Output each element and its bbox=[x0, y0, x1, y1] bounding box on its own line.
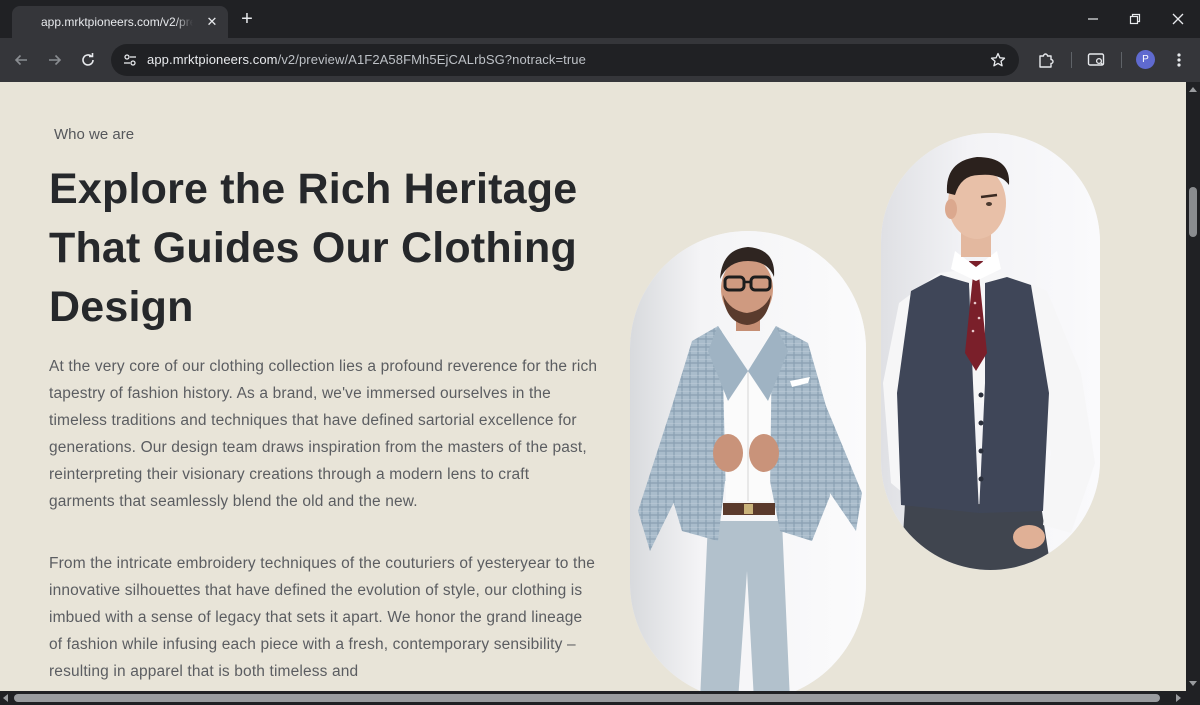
arrow-right-icon[interactable] bbox=[43, 48, 67, 72]
url-host: app.mrktpioneers.com bbox=[147, 52, 278, 67]
close-tab-icon[interactable]: ✕ bbox=[204, 14, 220, 30]
browser-toolbar: app.mrktpioneers.com/v2/preview/A1F2A58F… bbox=[0, 38, 1200, 82]
horizontal-scrollbar[interactable] bbox=[0, 691, 1186, 705]
reload-icon[interactable] bbox=[76, 48, 100, 72]
scrollbar-corner bbox=[1186, 691, 1200, 705]
puzzle-icon[interactable] bbox=[1035, 49, 1057, 71]
page-viewport: Who we are Explore the Rich Heritage Tha… bbox=[0, 82, 1186, 691]
toolbar-divider bbox=[1071, 52, 1072, 68]
vertical-scrollbar[interactable] bbox=[1186, 82, 1200, 691]
new-tab-button[interactable]: + bbox=[237, 9, 257, 29]
model-photo-waistcoat bbox=[881, 133, 1100, 570]
section-eyebrow: Who we are bbox=[54, 126, 135, 143]
body-paragraph-1: At the very core of our clothing collect… bbox=[49, 358, 598, 510]
browser-titlebar: app.mrktpioneers.com/v2/preview/A1F2A58F… bbox=[0, 0, 1200, 38]
minimize-icon[interactable] bbox=[1081, 8, 1105, 30]
url-text[interactable]: app.mrktpioneers.com/v2/preview/A1F2A58F… bbox=[147, 52, 586, 67]
restore-icon[interactable] bbox=[1123, 8, 1147, 30]
page-title: Explore the Rich Heritage That Guides Ou… bbox=[49, 165, 578, 331]
kebab-menu-icon[interactable] bbox=[1168, 49, 1190, 71]
scroll-left-icon[interactable] bbox=[3, 694, 8, 702]
address-bar[interactable]: app.mrktpioneers.com/v2/preview/A1F2A58F… bbox=[111, 44, 1019, 76]
scroll-down-icon[interactable] bbox=[1189, 681, 1197, 686]
toolbar-divider bbox=[1121, 52, 1122, 68]
model-photo-plaid-suit bbox=[630, 231, 866, 691]
vertical-scroll-thumb[interactable] bbox=[1189, 187, 1197, 237]
body-paragraph-2: From the intricate embroidery techniques… bbox=[49, 555, 595, 680]
scroll-right-icon[interactable] bbox=[1176, 694, 1181, 702]
tab-title: app.mrktpioneers.com/v2/preview/A1F2A58F… bbox=[41, 15, 193, 29]
star-icon[interactable] bbox=[989, 51, 1007, 69]
arrow-left-icon[interactable] bbox=[9, 48, 33, 72]
profile-avatar[interactable]: P bbox=[1136, 50, 1155, 69]
url-path: /v2/preview/A1F2A58FMh5EjCALrbSG?notrack… bbox=[277, 52, 586, 67]
browser-tab-active[interactable]: app.mrktpioneers.com/v2/preview/A1F2A58F… bbox=[12, 6, 228, 38]
close-window-icon[interactable] bbox=[1166, 8, 1190, 30]
cast-search-icon[interactable] bbox=[1085, 49, 1107, 71]
horizontal-scroll-thumb[interactable] bbox=[14, 694, 1160, 702]
scroll-up-icon[interactable] bbox=[1189, 87, 1197, 92]
tune-icon[interactable] bbox=[120, 50, 140, 70]
